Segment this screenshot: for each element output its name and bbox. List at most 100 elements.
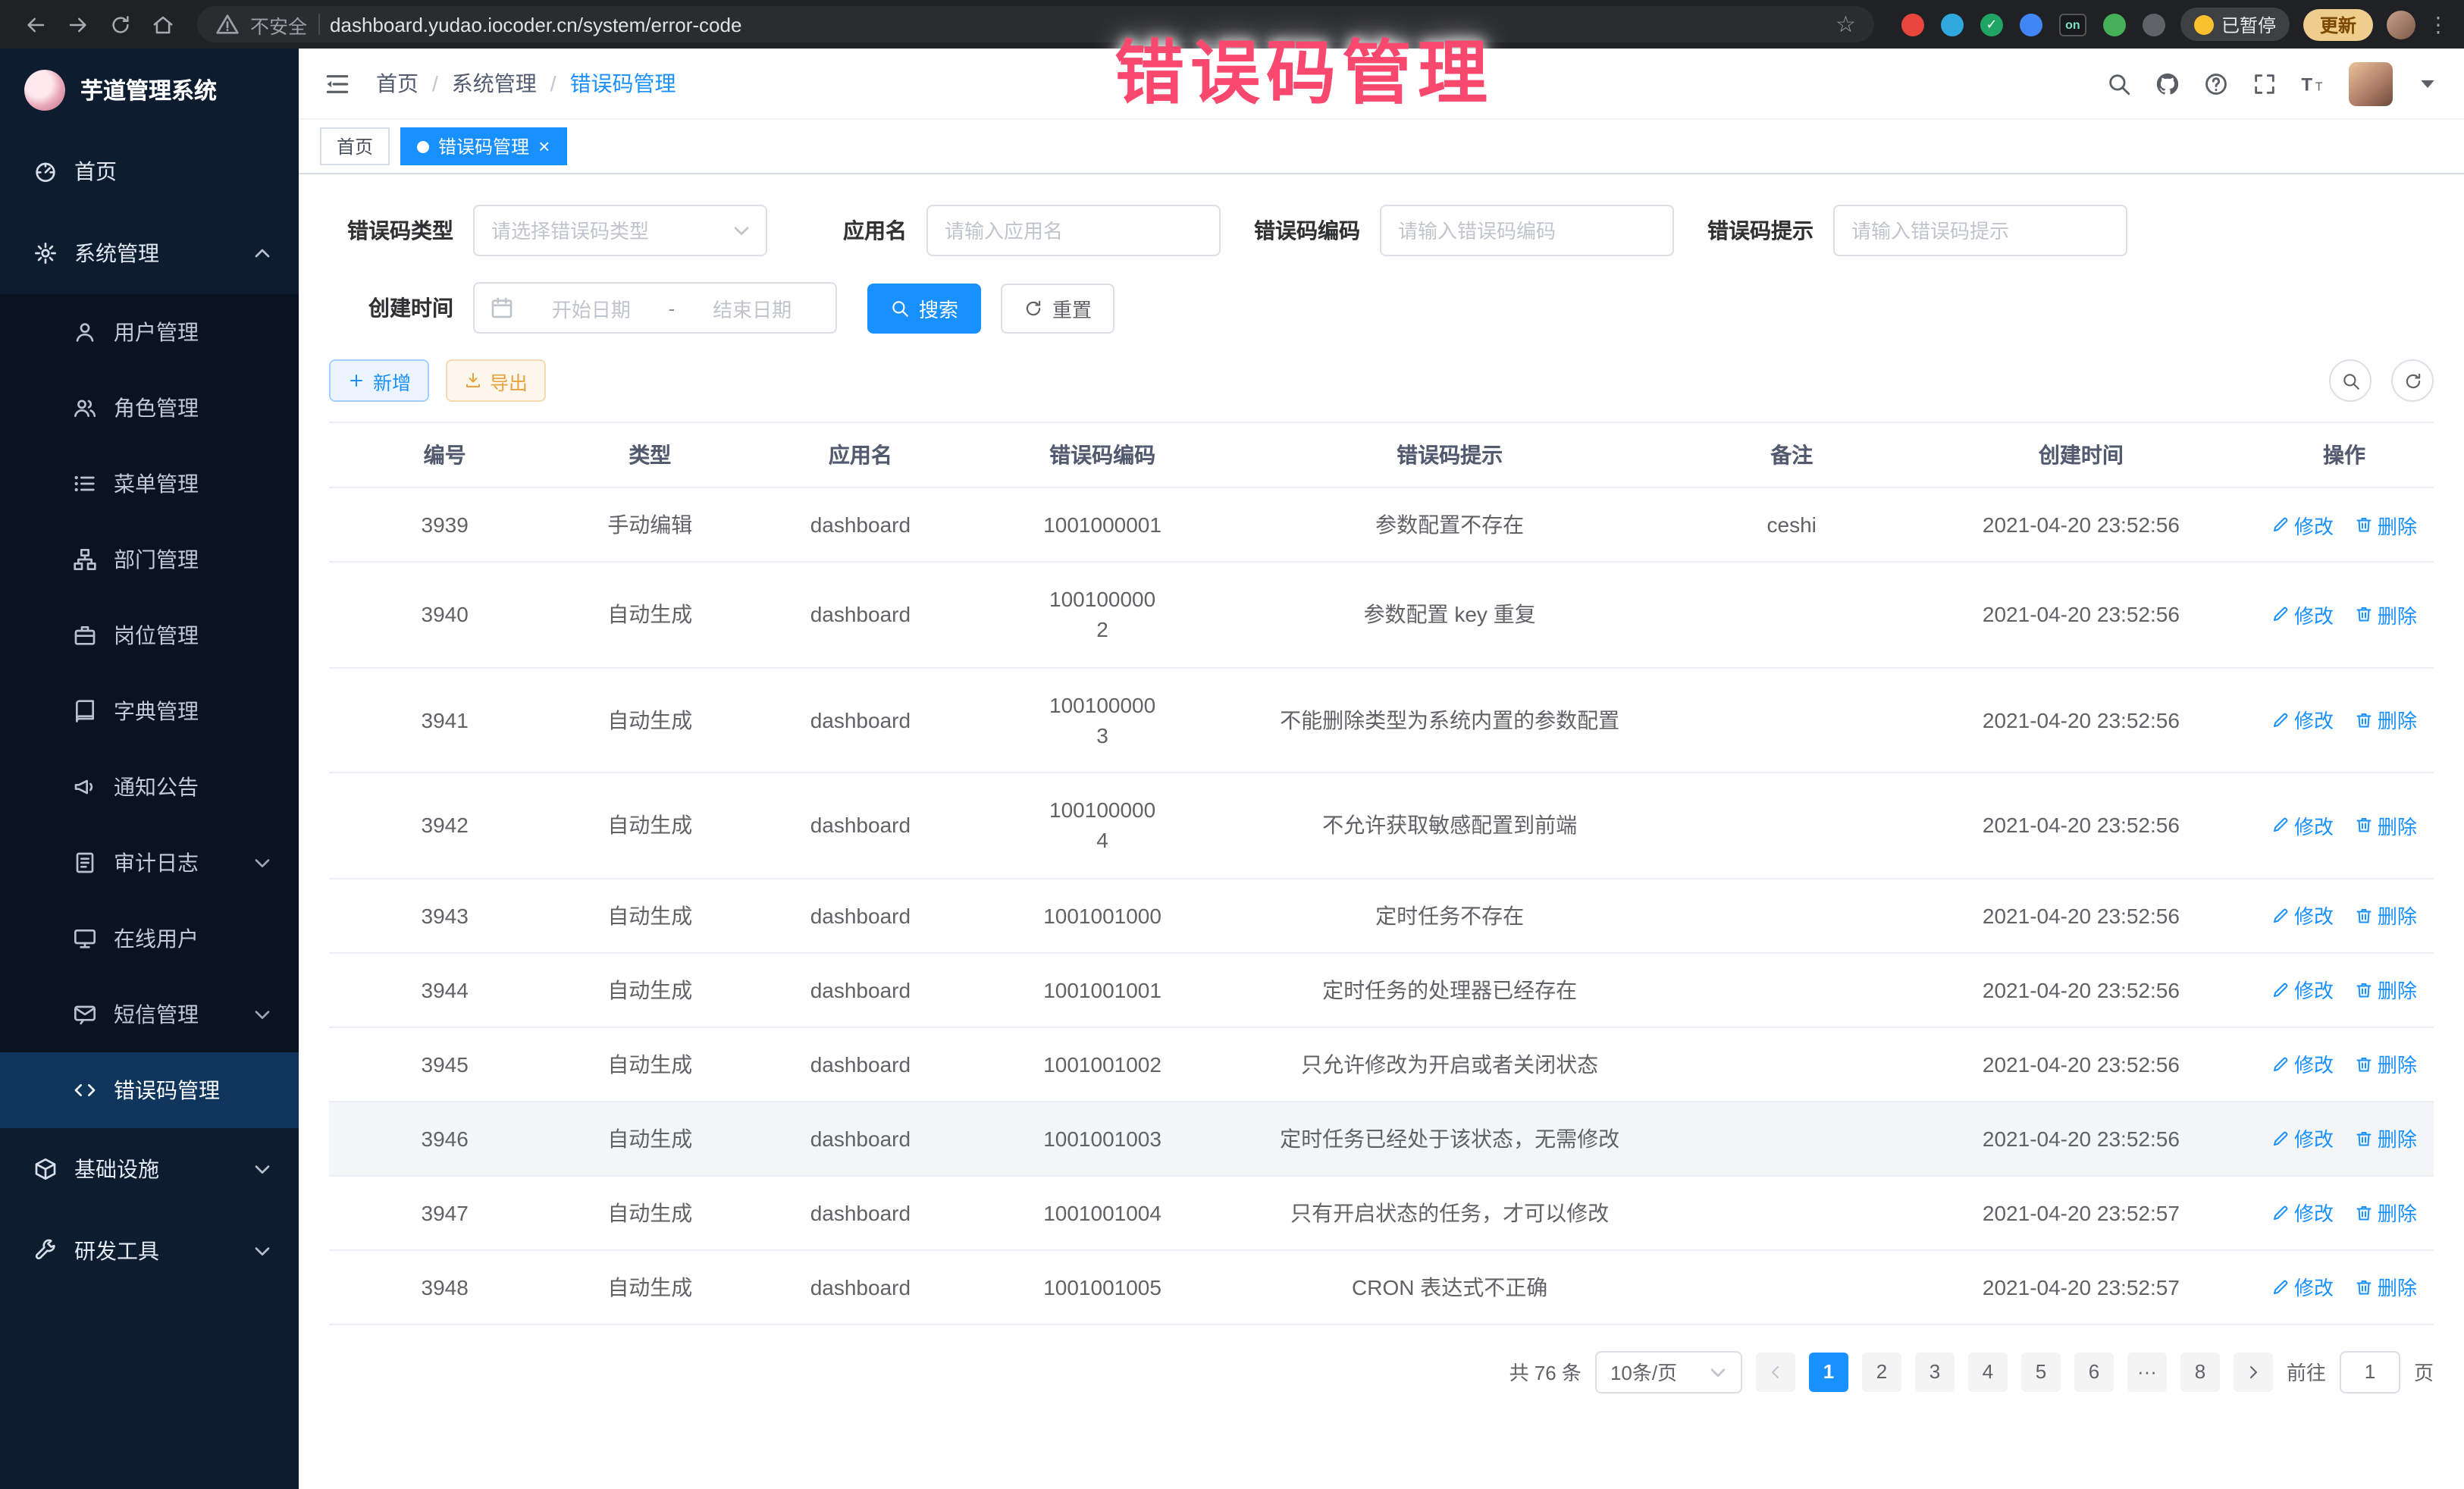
- edit-link[interactable]: 修改: [2271, 1124, 2334, 1153]
- browser-menu-icon[interactable]: ⋮: [2428, 11, 2449, 37]
- app-logo[interactable]: 芋道管理系统: [0, 49, 299, 130]
- puzzle-extension-icon[interactable]: [2143, 13, 2165, 36]
- sidebar-item[interactable]: 基础设施: [0, 1128, 299, 1210]
- sidebar-item[interactable]: 菜单管理: [0, 446, 299, 522]
- sidebar-item[interactable]: 系统管理: [0, 212, 299, 294]
- paused-badge[interactable]: 已暂停: [2180, 8, 2290, 41]
- fullscreen-button[interactable]: [2252, 71, 2277, 96]
- page-size-select[interactable]: 10条/页: [1595, 1351, 1742, 1393]
- edit-link[interactable]: 修改: [2271, 706, 2334, 735]
- sidebar-item[interactable]: 研发工具: [0, 1210, 299, 1292]
- edit-link[interactable]: 修改: [2271, 976, 2334, 1005]
- green-leaf-extension-icon[interactable]: [2103, 13, 2126, 36]
- next-page-button[interactable]: [2234, 1353, 2273, 1392]
- page-ellipsis[interactable]: ···: [2127, 1353, 2167, 1392]
- update-button[interactable]: 更新: [2303, 8, 2373, 40]
- breadcrumb-item[interactable]: 系统管理: [452, 68, 537, 99]
- page-button[interactable]: 2: [1862, 1353, 1901, 1392]
- edit-link[interactable]: 修改: [2271, 811, 2334, 840]
- delete-link[interactable]: 删除: [2355, 600, 2417, 629]
- refresh-table-button[interactable]: [2391, 359, 2434, 402]
- sidebar-item[interactable]: 首页: [0, 130, 299, 212]
- sidebar-item[interactable]: 用户管理: [0, 294, 299, 370]
- page-unit-label: 页: [2414, 1358, 2434, 1387]
- sidebar-item-label: 基础设施: [74, 1154, 159, 1184]
- page-button[interactable]: 5: [2021, 1353, 2061, 1392]
- address-bar[interactable]: 不安全 dashboard.yudao.iocoder.cn/system/er…: [197, 6, 1874, 42]
- edit-link[interactable]: 修改: [2271, 1050, 2334, 1079]
- tab[interactable]: 首页 ×: [320, 127, 390, 165]
- close-icon[interactable]: ×: [538, 136, 550, 156]
- github-button[interactable]: [2155, 71, 2180, 96]
- filter-input[interactable]: [926, 205, 1221, 256]
- font-size-button[interactable]: [2300, 71, 2326, 96]
- page-button[interactable]: 3: [1915, 1353, 1955, 1392]
- cell-type: 自动生成: [560, 1102, 739, 1176]
- delete-link[interactable]: 删除: [2355, 1050, 2417, 1079]
- edit-link[interactable]: 修改: [2271, 1199, 2334, 1227]
- delete-link[interactable]: 删除: [2355, 706, 2417, 735]
- delete-link[interactable]: 删除: [2355, 1199, 2417, 1227]
- export-button[interactable]: 导出: [446, 359, 546, 402]
- browser-profile-avatar[interactable]: [2387, 10, 2415, 39]
- question-button[interactable]: [2203, 71, 2229, 96]
- delete-link[interactable]: 删除: [2355, 1273, 2417, 1302]
- sidebar-toggle-button[interactable]: [323, 69, 352, 98]
- sidebar-item[interactable]: 错误码管理: [0, 1052, 299, 1128]
- edit-link[interactable]: 修改: [2271, 901, 2334, 930]
- edit-link[interactable]: 修改: [2271, 510, 2334, 539]
- sidebar-item[interactable]: 部门管理: [0, 522, 299, 597]
- reset-button[interactable]: 重置: [1001, 283, 1114, 333]
- page-button[interactable]: 8: [2180, 1353, 2220, 1392]
- sidebar-item[interactable]: 审计日志: [0, 825, 299, 901]
- filter-input[interactable]: [1380, 205, 1674, 256]
- sidebar-item[interactable]: 角色管理: [0, 370, 299, 446]
- logo-image: [24, 69, 65, 110]
- breadcrumb-item[interactable]: 首页: [376, 68, 419, 99]
- cell-message: 定时任务不存在: [1224, 879, 1676, 953]
- sidebar-item[interactable]: 在线用户: [0, 901, 299, 976]
- date-range-picker[interactable]: 开始日期 - 结束日期: [473, 282, 837, 334]
- cell-actions: 修改 删除: [2255, 1027, 2434, 1102]
- reload-button[interactable]: [100, 5, 140, 44]
- delete-link[interactable]: 删除: [2355, 510, 2417, 539]
- search-button[interactable]: 搜索: [867, 283, 981, 333]
- delete-link[interactable]: 删除: [2355, 811, 2417, 840]
- page-button[interactable]: 1: [1809, 1353, 1848, 1392]
- red-circle-extension-icon[interactable]: [1901, 13, 1924, 36]
- sidebar-item[interactable]: 字典管理: [0, 673, 299, 749]
- filter-input[interactable]: [1833, 205, 2127, 256]
- caret-down-icon[interactable]: [2415, 71, 2440, 96]
- users-icon: [73, 396, 97, 420]
- chevron-right-icon: [2244, 1363, 2262, 1381]
- delete-link[interactable]: 删除: [2355, 1124, 2417, 1153]
- briefcase-icon: [73, 623, 97, 647]
- sidebar-item[interactable]: 通知公告: [0, 749, 299, 825]
- back-button[interactable]: [15, 5, 55, 44]
- page-button[interactable]: 6: [2074, 1353, 2114, 1392]
- on-badge-extension-icon[interactable]: on: [2059, 13, 2086, 36]
- add-button[interactable]: 新增: [329, 359, 429, 402]
- blue-grid-extension-icon[interactable]: [2020, 13, 2042, 36]
- user-avatar[interactable]: [2349, 61, 2393, 105]
- sidebar-item[interactable]: 岗位管理: [0, 597, 299, 673]
- home-button[interactable]: [143, 5, 182, 44]
- delete-link[interactable]: 删除: [2355, 901, 2417, 930]
- forward-button[interactable]: [58, 5, 97, 44]
- search-toggle-button[interactable]: [2329, 359, 2372, 402]
- edit-link[interactable]: 修改: [2271, 600, 2334, 629]
- filter-select[interactable]: [473, 205, 767, 256]
- prev-page-button[interactable]: [1756, 1353, 1795, 1392]
- cell-memo: ceshi: [1676, 487, 1908, 562]
- edit-link[interactable]: 修改: [2271, 1273, 2334, 1302]
- search-button[interactable]: [2106, 71, 2132, 96]
- tab[interactable]: 错误码管理 ×: [400, 127, 566, 165]
- green-check-extension-icon[interactable]: ✓: [1980, 13, 2003, 36]
- page-button[interactable]: 4: [1968, 1353, 2008, 1392]
- bookmark-star-icon[interactable]: ☆: [1835, 11, 1856, 38]
- blue-drop-extension-icon[interactable]: [1941, 13, 1964, 36]
- refresh-icon: [2403, 371, 2422, 390]
- sidebar-item[interactable]: 短信管理: [0, 976, 299, 1052]
- delete-link[interactable]: 删除: [2355, 976, 2417, 1005]
- goto-page-input[interactable]: [2340, 1351, 2400, 1393]
